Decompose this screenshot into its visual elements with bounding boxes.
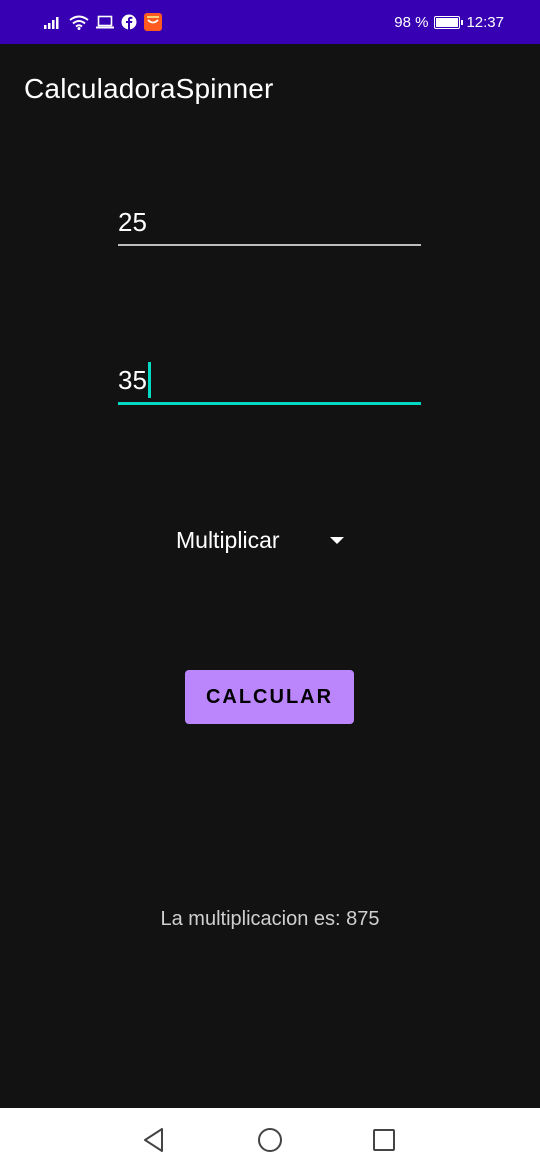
clock-time: 12:37: [466, 13, 504, 31]
status-bar: 98 % 12:37: [0, 0, 540, 44]
facebook-icon: [121, 14, 137, 30]
second-number-field[interactable]: 35: [118, 362, 421, 405]
navigation-bar: [0, 1108, 540, 1170]
calculate-button[interactable]: CALCULAR: [185, 670, 354, 724]
recents-icon[interactable]: [370, 1126, 398, 1154]
wifi-icon: [69, 15, 89, 30]
shop-icon: [144, 13, 162, 31]
status-icons-left: [44, 13, 162, 31]
first-number-field[interactable]: 25: [118, 205, 421, 246]
app-title: CalculadoraSpinner: [24, 73, 274, 104]
battery-level-fill: [436, 17, 458, 27]
second-number-value: 35: [118, 364, 147, 395]
home-icon[interactable]: [256, 1126, 284, 1154]
status-icons-right: 98 % 12:37: [394, 14, 504, 31]
battery-percent: 98 %: [394, 13, 429, 31]
first-number-underline: [118, 244, 421, 246]
laptop-icon: [96, 15, 114, 29]
result-text: La multiplicacion es: 875: [160, 908, 380, 930]
battery-icon: [434, 15, 464, 29]
signal-icon: [44, 15, 62, 29]
spinner-selected-value: Multiplicar: [176, 526, 280, 553]
operation-spinner[interactable]: Multiplicar: [176, 522, 356, 558]
app-bar: CalculadoraSpinner: [0, 44, 540, 134]
text-cursor: [147, 362, 151, 398]
second-number-underline: [118, 402, 421, 405]
dropdown-arrow-icon: [330, 536, 344, 544]
back-icon[interactable]: [140, 1126, 168, 1154]
first-number-value: 25: [118, 206, 147, 237]
